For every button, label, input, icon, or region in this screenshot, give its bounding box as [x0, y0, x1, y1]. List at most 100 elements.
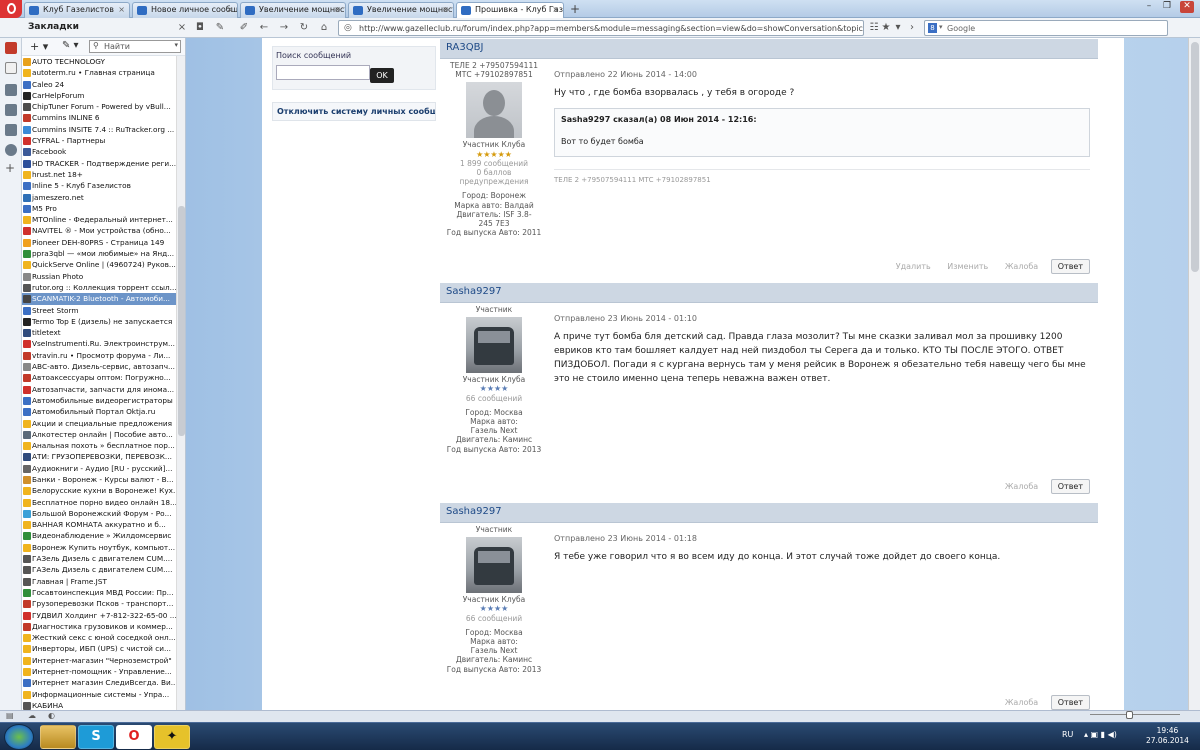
tab-firmware[interactable]: Прошивка - Клуб Газе...× [456, 2, 564, 19]
bookmark-item[interactable]: Госавтоинспекция МВД России: Пр... [22, 587, 176, 598]
bookmark-star-icon[interactable]: ★ [880, 22, 892, 34]
reply-button[interactable]: Ответ [1050, 695, 1090, 710]
close-icon[interactable]: × [442, 5, 449, 14]
reply-button[interactable]: Ответ [1050, 259, 1090, 274]
tab-new-message[interactable]: Новое личное сообщ... × [132, 2, 238, 18]
rss-icon[interactable]: ☷ [868, 22, 880, 34]
tab-power-increase-1[interactable]: Увеличение мощност...× [240, 2, 346, 18]
bookmark-item[interactable]: Termo Top E (дизель) не запускается [22, 316, 176, 327]
bookmark-item[interactable]: Автоаксессуары оптом: Погружно... [22, 372, 176, 383]
bookmark-item[interactable]: ppra3qbl — «мои любимые» на Янд... [22, 248, 176, 259]
bookmark-item[interactable]: Cummins INSITE 7.4 :: RuTracker.org ... [22, 124, 176, 135]
bookmark-item[interactable]: Акции и специальные предложения [22, 418, 176, 429]
bookmark-item[interactable]: Street Storm [22, 305, 176, 316]
downloads-panel-icon[interactable] [5, 124, 17, 136]
tab-power-increase-2[interactable]: Увеличение мощност...× [348, 2, 454, 18]
opera-icon[interactable] [5, 42, 17, 54]
close-icon[interactable]: × [552, 5, 559, 14]
dropdown-icon[interactable]: ▾ [892, 22, 904, 34]
bookmark-item[interactable]: AUTO TECHNOLOGY [22, 56, 176, 67]
page-scrollbar[interactable] [1188, 38, 1200, 710]
bookmark-item[interactable]: Воронеж Купить ноутбук, компьют... [22, 542, 176, 553]
bookmark-item[interactable]: Алкотестер онлайн | Пособие авто... [22, 429, 176, 440]
bookmark-item[interactable]: Inline 5 - Клуб Газелистов [22, 180, 176, 191]
post-author-link[interactable]: RA3QBJ [440, 39, 1098, 59]
language-indicator[interactable]: RU [1062, 730, 1073, 739]
bookmark-item[interactable]: Cummins INLINE 6 [22, 112, 176, 123]
wrench-icon[interactable]: ✎ [214, 22, 226, 34]
bookmark-item[interactable]: АТИ: ГРУЗОПЕРЕВОЗКИ, ПЕРЕВОЗК... [22, 451, 176, 462]
disable-messaging-link[interactable]: Отключить систему личных сообщений [272, 102, 436, 121]
bookmark-item[interactable]: Инверторы, ИБП (UPS) с чистой си... [22, 643, 176, 654]
bookmark-item[interactable]: Автомобильный Портал Oktja.ru [22, 406, 176, 417]
post-author-link[interactable]: Sasha9297 [440, 283, 1098, 303]
bookmarks-scrollbar[interactable] [176, 56, 185, 710]
bookmark-item[interactable]: Информационные системы - Упра... [22, 689, 176, 700]
explorer-icon[interactable] [40, 725, 76, 749]
bookmark-item[interactable]: M5 Pro [22, 203, 176, 214]
bookmark-item[interactable]: ВАННАЯ КОМНАТА аккуратно и б... [22, 519, 176, 530]
go-icon[interactable]: › [906, 22, 918, 34]
close-icon[interactable]: × [118, 5, 125, 14]
message-search-input[interactable] [276, 65, 370, 80]
maximize-button[interactable]: ❐ [1160, 1, 1174, 13]
avatar[interactable] [466, 82, 522, 139]
bookmark-item[interactable]: Аудиокниги - Аудио [RU - русский]... [22, 463, 176, 474]
reload-icon[interactable]: ↻ [298, 22, 310, 34]
mail-panel-icon[interactable] [5, 84, 17, 96]
bookmark-item[interactable]: ГАЗель Дизель с двигателем CUM.... [22, 553, 176, 564]
bookmark-item[interactable]: Facebook [22, 146, 176, 157]
close-icon[interactable]: × [334, 5, 341, 14]
tab-gazelle-club[interactable]: Клуб Газелистов × [24, 2, 130, 18]
reply-button[interactable]: Ответ [1050, 479, 1090, 494]
bookmark-item[interactable]: КАБИНА [22, 700, 176, 710]
pen-icon[interactable]: ✐ [238, 22, 250, 34]
clock[interactable]: 19:46 27.06.2014 [1146, 726, 1189, 746]
new-tab-button[interactable]: + [570, 2, 580, 16]
bookmark-item[interactable]: Russian Photo [22, 271, 176, 282]
bookmark-item[interactable]: АВС-авто. Дизель-сервис, автозапч... [22, 361, 176, 372]
panel-close-icon[interactable]: × [176, 22, 188, 34]
tray-icons[interactable]: ▴ ▣ ▮ ◀) [1084, 730, 1117, 739]
home-icon[interactable]: ⌂ [318, 22, 330, 34]
notes-panel-icon[interactable] [5, 104, 17, 116]
add-panel-icon[interactable]: + [5, 162, 17, 174]
edit-button[interactable]: Изменить [947, 262, 988, 271]
bookmark-item[interactable]: titletext [22, 327, 176, 338]
batman-app-icon[interactable]: ✦ [154, 725, 190, 749]
bookmark-item[interactable]: NAVITEL ® - Мои устройства (обно... [22, 225, 176, 236]
search-engine-field[interactable]: 8 ▾ Google [924, 20, 1168, 36]
bookmark-item[interactable]: Жесткий секс с юной соседкой онл... [22, 632, 176, 643]
bookmark-item[interactable]: QuickServe Online | (4960724) Руков... [22, 259, 176, 270]
bookmark-item[interactable]: Автомобильные видеорегистраторы [22, 395, 176, 406]
camera-icon[interactable]: ◘ [194, 22, 206, 34]
bookmark-item[interactable]: Pioneer DEH-80PRS - Страница 149 [22, 237, 176, 248]
bookmark-item[interactable]: ГАЗель Дизель с двигателем CUM.... [22, 564, 176, 575]
bookmark-item[interactable]: Белорусские кухни в Воронеже! Кух... [22, 485, 176, 496]
cloud-icon[interactable]: ☁ [28, 711, 36, 720]
bookmark-item[interactable]: CarHelpForum [22, 90, 176, 101]
complaint-button[interactable]: Жалоба [1005, 698, 1038, 707]
bookmark-item[interactable]: SCANMATIK-2 Bluetooth - Автомоби... [22, 293, 176, 305]
bookmark-item[interactable]: Большой Воронежский Форум - Ро... [22, 508, 176, 519]
bookmark-item[interactable]: rutor.org :: Коллекция торрент ссыл... [22, 282, 176, 293]
bookmark-item[interactable]: VseInstrumenti.Ru. Электроинструм... [22, 338, 176, 349]
bookmark-item[interactable]: jameszero.net [22, 192, 176, 203]
complaint-button[interactable]: Жалоба [1005, 262, 1038, 271]
start-button[interactable] [4, 724, 34, 750]
bookmark-item[interactable]: Анальная похоть » бесплатное пор... [22, 440, 176, 451]
bookmark-item[interactable]: HD TRACKER - Подтверждение реги... [22, 158, 176, 169]
post-author-link[interactable]: Sasha9297 [440, 503, 1098, 523]
bookmark-item[interactable]: vtravin.ru • Просмотр форума - Ли... [22, 350, 176, 361]
bookmark-item[interactable]: Бесплатное порно видео онлайн 18... [22, 497, 176, 508]
bookmark-item[interactable]: hrust.net 18+ [22, 169, 176, 180]
back-icon[interactable]: ← [258, 22, 270, 34]
bookmark-item[interactable]: Caleo 24 [22, 79, 176, 90]
bookmark-item[interactable]: ChipTuner Forum - Powered by vBull... [22, 101, 176, 112]
close-icon[interactable]: × [226, 5, 233, 14]
history-panel-icon[interactable] [5, 144, 17, 156]
bookmark-item[interactable]: Диагностика грузовиков и коммер... [22, 621, 176, 632]
ok-button[interactable]: OK [370, 68, 394, 83]
minimize-button[interactable]: – [1142, 1, 1156, 13]
bookmark-search-input[interactable]: ⚲ Найти ▾ [89, 40, 181, 53]
